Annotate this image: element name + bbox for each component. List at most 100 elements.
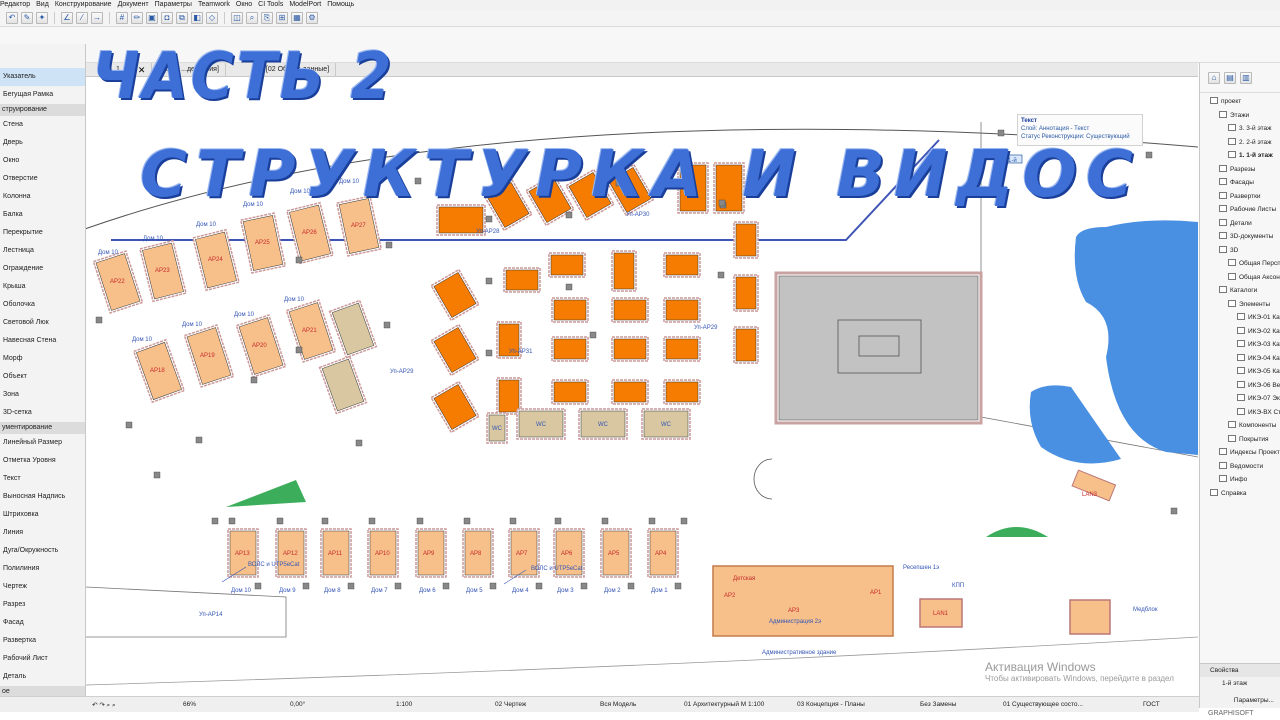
zoom-level[interactable]: 66% — [183, 701, 196, 708]
object-marker[interactable] — [416, 517, 424, 525]
project-map-icon[interactable]: ⌂ — [1208, 71, 1220, 84]
toolbox-tool[interactable]: Отметка Уровня — [0, 452, 85, 470]
orange-building[interactable] — [663, 297, 701, 323]
pencil-icon[interactable]: ✏ — [131, 11, 143, 24]
navigator-item[interactable]: ИКЭ-03 Ката — [1200, 338, 1280, 352]
lock-icon[interactable]: ◘ — [161, 11, 173, 24]
copy-icon[interactable]: ⧉ — [176, 11, 188, 24]
layers-icon[interactable]: ▣ — [146, 11, 158, 24]
navigator-item[interactable]: Общая Аксон — [1200, 271, 1280, 285]
toolbox-tool[interactable]: Стена — [0, 116, 85, 134]
object-marker[interactable] — [295, 346, 303, 354]
navigator-item[interactable]: Общая Персп — [1200, 257, 1280, 271]
object-marker[interactable] — [580, 582, 588, 590]
navigator-item[interactable]: Справка — [1200, 487, 1280, 501]
toolbox-tool[interactable]: Штриховка — [0, 506, 85, 524]
object-marker[interactable] — [674, 582, 682, 590]
toolbox-tool[interactable]: Световой Люк — [0, 314, 85, 332]
orange-building[interactable] — [430, 380, 480, 434]
layout-book-icon[interactable]: ▥ — [1240, 71, 1252, 84]
orange-building[interactable] — [733, 326, 759, 364]
toolbox-tool[interactable]: Отверстие — [0, 170, 85, 188]
navigator-item[interactable]: Рабочие Листы — [1200, 203, 1280, 217]
toolbox-tool[interactable]: Морф — [0, 350, 85, 368]
menu-item[interactable]: Помощь — [327, 1, 354, 8]
object-marker[interactable] — [680, 517, 688, 525]
toolbox-tool[interactable]: Балка — [0, 206, 85, 224]
navigator-item[interactable]: ИКЭ-06 Ведо — [1200, 379, 1280, 393]
toolbox-tool[interactable]: Зона — [0, 386, 85, 404]
toolbox-tool[interactable]: Лестница — [0, 242, 85, 260]
object-marker[interactable] — [509, 517, 517, 525]
snap-icon[interactable]: ⊞ — [276, 11, 288, 24]
navigator-item[interactable]: ИКЭ-07 Эксп — [1200, 392, 1280, 406]
object-marker[interactable] — [295, 256, 303, 264]
orange-building[interactable] — [663, 336, 701, 362]
navigator-item[interactable]: Ведомости — [1200, 460, 1280, 474]
toolbox-tool[interactable]: Линейный Размер — [0, 434, 85, 452]
orange-building[interactable] — [611, 297, 649, 323]
object-marker[interactable] — [442, 582, 450, 590]
pen-set[interactable]: 01 Архитектурный М 1:100 — [684, 701, 764, 708]
orange-building[interactable] — [548, 252, 586, 278]
menu-item[interactable]: Параметры — [155, 1, 192, 8]
navigator-item[interactable]: 2. 2-й этаж — [1200, 136, 1280, 150]
orange-building[interactable] — [430, 268, 480, 322]
group-icon[interactable]: ◧ — [191, 11, 203, 24]
view-map-icon[interactable]: ▤ — [1224, 71, 1236, 84]
toolbox-tool[interactable]: Крыша — [0, 278, 85, 296]
undo-view-icon[interactable]: ↶ ↷ ⌕ ⌕ — [92, 701, 116, 710]
hatch-icon[interactable]: ▦ — [291, 11, 303, 24]
toolbox-tool[interactable]: Ограждение — [0, 260, 85, 278]
object-marker[interactable] — [485, 277, 493, 285]
object-marker[interactable] — [489, 582, 497, 590]
object-marker[interactable] — [153, 471, 161, 479]
navigator-item[interactable]: проект — [1200, 95, 1280, 109]
orange-building[interactable] — [551, 379, 589, 405]
house-building[interactable] — [318, 355, 368, 415]
orange-building[interactable] — [430, 323, 480, 377]
navigator-item[interactable]: Детали — [1200, 217, 1280, 231]
navigator-item[interactable]: Компоненты — [1200, 419, 1280, 433]
menu-item[interactable]: Teamwork — [198, 1, 230, 8]
navigator-item[interactable]: 3D-документы — [1200, 230, 1280, 244]
navigator-item[interactable]: ИКЭ-05 Ката — [1200, 365, 1280, 379]
toolbox-tool[interactable]: Бегущая Рамка — [0, 86, 85, 104]
properties-button[interactable]: Параметры... — [1234, 697, 1274, 704]
toolbox-tool[interactable]: Указатель — [0, 68, 85, 86]
object-marker[interactable] — [717, 271, 725, 279]
undo-icon[interactable]: ↶ — [6, 11, 18, 24]
navigator-item[interactable]: 1. 1-й этаж — [1200, 149, 1280, 163]
object-marker[interactable] — [601, 517, 609, 525]
zoom-icon[interactable]: ⌕ — [246, 11, 258, 24]
arrow-icon[interactable]: → — [91, 11, 103, 24]
object-marker[interactable] — [368, 517, 376, 525]
navigator-item[interactable]: Инфо — [1200, 473, 1280, 487]
object-marker[interactable] — [565, 211, 573, 219]
object-marker[interactable] — [565, 283, 573, 291]
orange-building[interactable] — [663, 379, 701, 405]
toolbox-tool[interactable]: Развертка — [0, 632, 85, 650]
navigator-item[interactable]: ИКЭ-04 Ката — [1200, 352, 1280, 366]
grid-icon[interactable]: # — [116, 11, 128, 24]
layer-combination[interactable]: 02 Чертеж — [495, 701, 526, 708]
object-marker[interactable] — [1145, 151, 1153, 159]
navigator-item[interactable]: Этажи — [1200, 109, 1280, 123]
object-marker[interactable] — [1170, 507, 1178, 515]
object-marker[interactable] — [95, 316, 103, 324]
angle-icon[interactable]: ∠ — [61, 11, 73, 24]
navigator-item[interactable]: Развертки — [1200, 190, 1280, 204]
orange-building[interactable] — [733, 274, 759, 312]
toolbox-tool[interactable]: Навесная Стена — [0, 332, 85, 350]
navigator-item[interactable]: ИКЭ-02 Ката — [1200, 325, 1280, 339]
toolbox-tool[interactable]: Дверь — [0, 134, 85, 152]
toolbox-tool[interactable]: Объект — [0, 368, 85, 386]
navigator-item[interactable]: 3D — [1200, 244, 1280, 258]
scale-value[interactable]: 1:100 — [396, 701, 412, 708]
toolbox-tool[interactable]: Полилиния — [0, 560, 85, 578]
object-marker[interactable] — [554, 517, 562, 525]
navigator-item[interactable]: Разрезы — [1200, 163, 1280, 177]
menu-item[interactable]: Конструирование — [55, 1, 112, 8]
navigator-item[interactable]: Элементы — [1200, 298, 1280, 312]
magnet-icon[interactable]: ◫ — [231, 11, 243, 24]
